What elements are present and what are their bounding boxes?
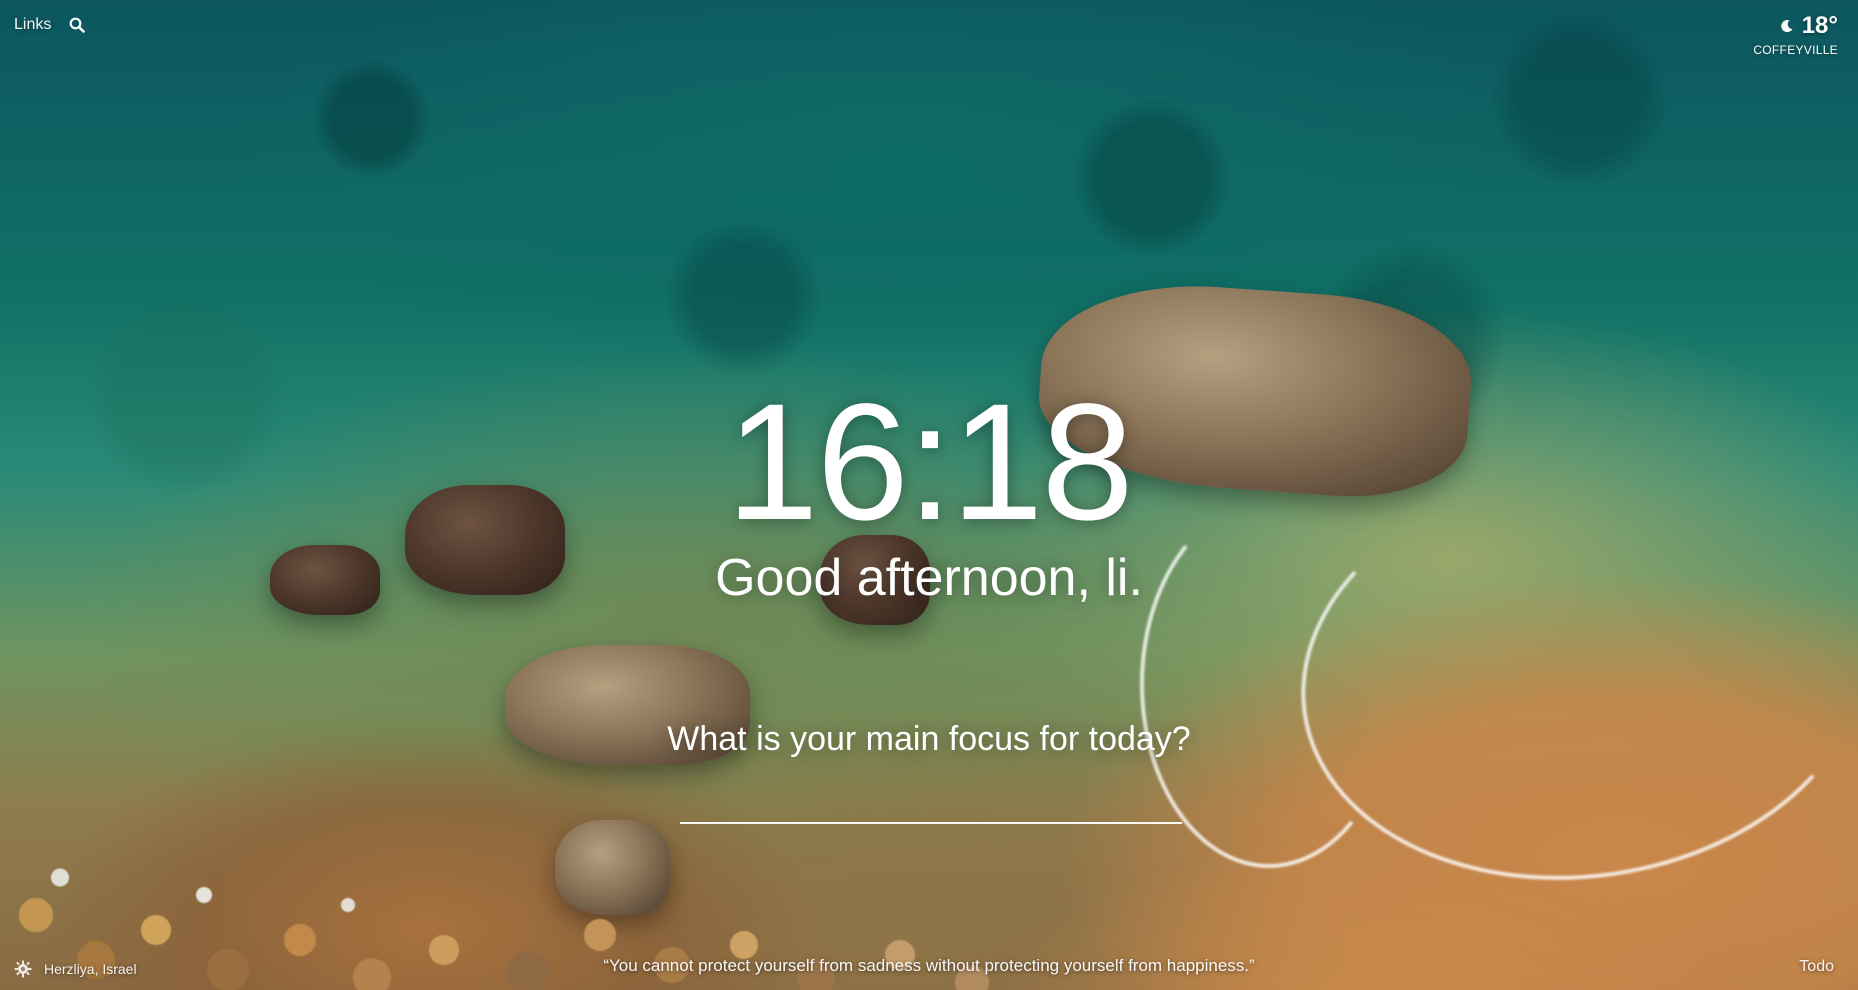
todo-button[interactable]: Todo bbox=[1799, 958, 1834, 976]
weather-row: 18° bbox=[1753, 12, 1838, 40]
clock: 16:18 bbox=[726, 370, 1133, 555]
daily-quote: “You cannot protect yourself from sadnes… bbox=[603, 956, 1255, 975]
top-left-bar: Links bbox=[14, 16, 86, 34]
links-button[interactable]: Links bbox=[14, 16, 51, 34]
search-icon[interactable] bbox=[69, 17, 86, 33]
temperature: 18° bbox=[1801, 12, 1838, 39]
focus-question: What is your main focus for today? bbox=[667, 720, 1191, 758]
moon-icon bbox=[1780, 19, 1794, 33]
greeting: Good afternoon, li. bbox=[715, 549, 1143, 607]
weather-widget[interactable]: 18° COFFEYVILLE bbox=[1753, 12, 1838, 57]
pebble-beach bbox=[0, 740, 1200, 990]
background-photo: Links 18° COFFEYVILLE 16:18 Good afterno… bbox=[0, 0, 1858, 990]
focus-input[interactable] bbox=[680, 780, 1182, 824]
weather-location: COFFEYVILLE bbox=[1753, 43, 1838, 57]
